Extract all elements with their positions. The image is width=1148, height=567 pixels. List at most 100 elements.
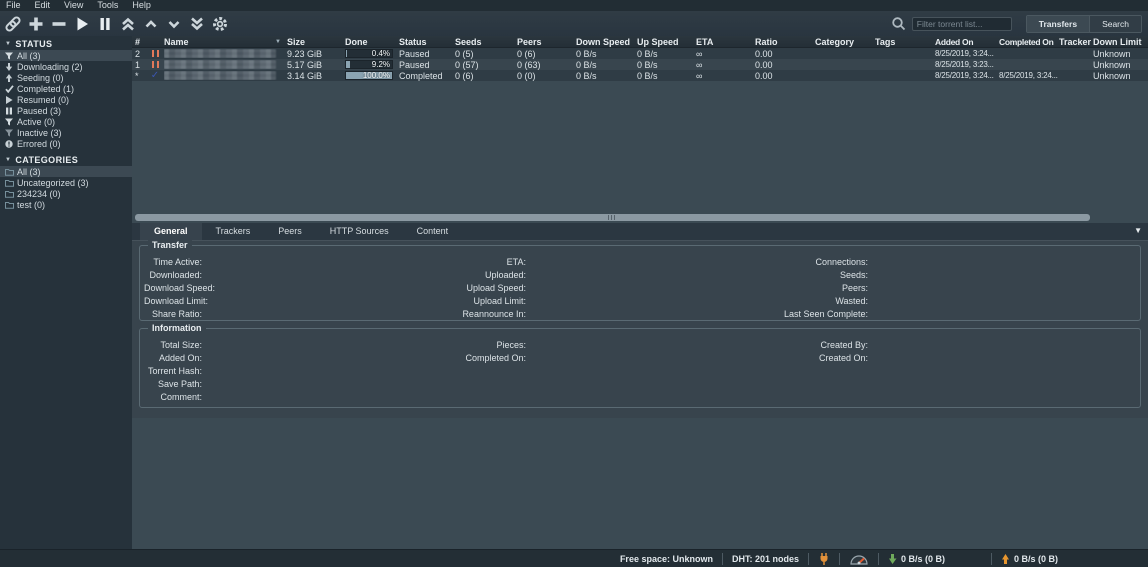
collapse-panel-icon[interactable]: ▼ <box>1134 226 1142 235</box>
funnel-icon <box>4 118 14 126</box>
column-header-category[interactable]: Category <box>815 37 875 47</box>
horizontal-scrollbar <box>132 213 1148 223</box>
tab-general[interactable]: General <box>140 223 202 240</box>
sidebar-item-paused[interactable]: Paused (3) <box>0 105 132 116</box>
menu-edit[interactable]: Edit <box>28 0 58 11</box>
table-row[interactable]: 1 5.17 GiB 9.2% Paused 0 (57) 0 (63) 0 B… <box>132 59 1148 70</box>
added-on-value: 8/25/2019, 3:24... <box>935 71 999 80</box>
sidebar-item-inactive[interactable]: Inactive (3) <box>0 127 132 138</box>
view-switcher: Transfers Search <box>1026 15 1142 33</box>
row-number: 2 <box>132 49 146 59</box>
added-on-value: 8/25/2019, 3:24... <box>935 49 999 58</box>
chevron-up-icon <box>142 15 160 33</box>
minus-icon <box>50 15 68 33</box>
ratio-value: 0.00 <box>755 60 815 70</box>
download-speed-status[interactable]: 0 B/s (0 B) <box>879 554 991 564</box>
tab-trackers[interactable]: Trackers <box>202 223 265 240</box>
sidebar-item-active[interactable]: Active (0) <box>0 116 132 127</box>
peers-value: 0 (0) <box>517 71 576 81</box>
column-header-status[interactable]: Status <box>397 37 455 47</box>
top-priority-button[interactable] <box>117 13 139 35</box>
add-torrent-file-button[interactable] <box>25 13 47 35</box>
speed-gauge-icon <box>849 553 869 565</box>
sidebar-category-all[interactable]: All (3) <box>0 166 132 177</box>
column-header-number[interactable]: # <box>132 37 146 47</box>
sidebar-item-resumed[interactable]: Resumed (0) <box>0 94 132 105</box>
down-limit-value: Unknown <box>1093 49 1148 59</box>
progress-cell: 100.0% <box>345 71 397 80</box>
sidebar-category-234234[interactable]: 234234 (0) <box>0 188 132 199</box>
table-row[interactable]: 2 9.23 GiB 0.4% Paused 0 (5) 0 (6) 0 B/s… <box>132 48 1148 59</box>
column-header-down-speed[interactable]: Down Speed <box>576 37 637 47</box>
horizontal-scrollbar-thumb[interactable] <box>135 214 1090 221</box>
sidebar-category-uncategorized[interactable]: Uncategorized (3) <box>0 177 132 188</box>
column-header-eta[interactable]: ETA <box>696 37 755 47</box>
pause-icon <box>4 107 14 115</box>
sidebar-item-errored[interactable]: Errored (0) <box>0 138 132 149</box>
sidebar-item-seeding[interactable]: Seeding (0) <box>0 72 132 83</box>
information-group: Information Total Size: Added On: Torren… <box>139 328 1141 408</box>
alt-speed-limits-button[interactable] <box>840 553 878 565</box>
peers-value: 0 (63) <box>517 60 576 70</box>
details-tab-bar: General Trackers Peers HTTP Sources Cont… <box>132 223 1148 240</box>
increase-priority-button[interactable] <box>140 13 162 35</box>
column-header-name[interactable]: Name ▼ <box>164 37 285 47</box>
table-row[interactable]: * ✓ 3.14 GiB 100.0% Completed 0 (6) 0 (0… <box>132 70 1148 81</box>
column-header-peers[interactable]: Peers <box>517 37 576 47</box>
column-header-size[interactable]: Size <box>285 37 345 47</box>
sidebar-item-completed[interactable]: Completed (1) <box>0 83 132 94</box>
menu-tools[interactable]: Tools <box>90 0 125 11</box>
search-tab-button[interactable]: Search <box>1090 16 1141 32</box>
options-button[interactable] <box>209 13 231 35</box>
upload-arrow-icon <box>1001 554 1010 564</box>
filter-torrent-input[interactable] <box>912 17 1012 31</box>
collapse-triangle-icon: ▼ <box>5 157 11 163</box>
upload-speed-status[interactable]: 0 B/s (0 B) <box>992 554 1104 564</box>
menu-view[interactable]: View <box>57 0 90 11</box>
column-header-seeds[interactable]: Seeds <box>455 37 517 47</box>
sidebar-item-downloading[interactable]: Downloading (2) <box>0 61 132 72</box>
torrent-name-redacted <box>164 60 285 69</box>
pause-button[interactable] <box>94 13 116 35</box>
status-section-header[interactable]: ▼ STATUS <box>0 38 132 50</box>
decrease-priority-button[interactable] <box>163 13 185 35</box>
sidebar-item-all-status[interactable]: All (3) <box>0 50 132 61</box>
add-torrent-link-button[interactable] <box>2 13 24 35</box>
delete-torrent-button[interactable] <box>48 13 70 35</box>
column-header-ratio[interactable]: Ratio <box>755 37 815 47</box>
check-icon <box>4 85 14 93</box>
scrollbar-grip-icon <box>608 215 617 220</box>
column-header-up-speed[interactable]: Up Speed <box>637 37 696 47</box>
label-peers: Peers: <box>144 282 868 295</box>
tab-content[interactable]: Content <box>403 223 463 240</box>
categories-section-header[interactable]: ▼ CATEGORIES <box>0 154 132 166</box>
tab-peers[interactable]: Peers <box>264 223 316 240</box>
menu-bar: File Edit View Tools Help <box>0 0 1148 11</box>
seeds-value: 0 (5) <box>455 49 517 59</box>
transfers-tab-button[interactable]: Transfers <box>1027 16 1090 32</box>
double-chevron-up-icon <box>119 15 137 33</box>
column-header-tags[interactable]: Tags <box>875 37 935 47</box>
column-header-tracker[interactable]: Tracker <box>1059 37 1093 47</box>
seeds-value: 0 (57) <box>455 60 517 70</box>
menu-help[interactable]: Help <box>125 0 158 11</box>
label-last-seen-complete: Last Seen Complete: <box>144 308 868 321</box>
peers-value: 0 (6) <box>517 49 576 59</box>
plus-icon <box>27 15 45 33</box>
eta-value: ∞ <box>696 49 755 59</box>
tab-http-sources[interactable]: HTTP Sources <box>316 223 403 240</box>
folder-icon <box>4 179 14 187</box>
sidebar-category-test[interactable]: test (0) <box>0 199 132 210</box>
bottom-priority-button[interactable] <box>186 13 208 35</box>
eta-value: ∞ <box>696 71 755 81</box>
column-header-down-limit[interactable]: Down Limit <box>1093 37 1148 47</box>
column-header-done[interactable]: Done <box>345 37 397 47</box>
resume-button[interactable] <box>71 13 93 35</box>
connection-status-button[interactable] <box>809 552 839 566</box>
column-header-added-on[interactable]: Added On <box>935 37 999 47</box>
transfer-legend: Transfer <box>148 240 192 250</box>
menu-file[interactable]: File <box>4 0 28 11</box>
torrent-table-header: # Name ▼ Size Done Status Seeds Peers Do… <box>132 36 1148 48</box>
column-header-completed-on[interactable]: Completed On <box>999 37 1059 47</box>
funnel-icon <box>4 52 14 60</box>
